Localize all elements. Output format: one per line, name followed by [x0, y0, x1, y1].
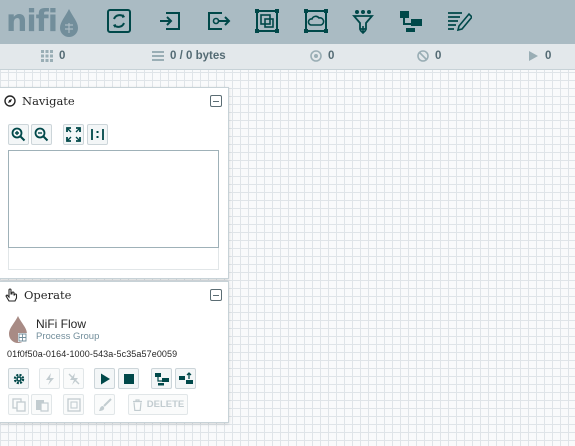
trash-icon — [132, 398, 142, 411]
funnel-tool-button[interactable] — [348, 6, 378, 36]
logo-text: nifi — [6, 4, 58, 39]
birdseye-view[interactable] — [8, 150, 219, 248]
transmitting-value: 0 — [328, 50, 335, 62]
template-icon — [400, 11, 422, 32]
configure-button[interactable] — [8, 368, 29, 389]
paintbrush-icon — [98, 397, 112, 411]
not-transmitting-icon — [417, 50, 429, 62]
paste-icon — [35, 399, 49, 412]
flash-icon — [45, 372, 54, 385]
nifi-logo: nifi — [6, 4, 88, 40]
delete-button[interactable]: DELETE — [128, 394, 188, 415]
transmitting-icon — [310, 50, 322, 62]
create-template-icon — [154, 372, 169, 385]
navigate-collapse-button[interactable] — [210, 95, 222, 107]
threads-icon — [41, 50, 53, 62]
fit-button[interactable] — [63, 124, 84, 145]
component-name: NiFi Flow — [36, 317, 86, 331]
output-port-tool-button[interactable] — [204, 6, 234, 36]
group-icon — [66, 397, 81, 412]
zoom-in-icon — [11, 127, 26, 142]
output-port-icon — [208, 12, 231, 30]
play-icon — [100, 373, 110, 384]
fit-icon — [66, 127, 81, 142]
zoom-in-button[interactable] — [8, 124, 29, 145]
gear-icon — [13, 373, 24, 384]
operate-panel-header: Operate — [0, 282, 228, 308]
processor-tool-button[interactable] — [104, 6, 134, 36]
zoom-out-icon — [34, 127, 49, 142]
process-group-drop-icon — [9, 316, 27, 343]
pointer-hand-icon — [5, 288, 18, 302]
copy-button[interactable] — [8, 394, 29, 415]
play-icon — [529, 51, 538, 61]
operate-panel: Operate NiFi Flow Process Group 01f0f50a… — [0, 281, 229, 423]
disable-flash-icon — [68, 372, 79, 385]
toolbar-header: nifi — [0, 0, 575, 44]
label-tool-button[interactable] — [444, 6, 474, 36]
logo-drop-icon — [59, 9, 78, 37]
zoom-out-button[interactable] — [31, 124, 52, 145]
remote-process-group-tool-button[interactable] — [301, 6, 331, 36]
actual-size-button[interactable] — [87, 124, 108, 145]
label-icon — [448, 12, 472, 32]
group-button[interactable] — [63, 394, 84, 415]
status-bar: 0 0 / 0 bytes 0 0 0 — [0, 44, 575, 70]
not-transmitting-stat: 0 — [417, 50, 441, 62]
process-group-tool-button[interactable] — [252, 6, 282, 36]
input-port-tool-button[interactable] — [155, 6, 185, 36]
transmitting-stat: 0 — [310, 50, 334, 62]
disable-button[interactable] — [63, 368, 84, 389]
funnel-icon — [352, 10, 374, 34]
queued-value: 0 / 0 bytes — [170, 50, 226, 62]
enable-button[interactable] — [39, 368, 60, 389]
upload-template-icon — [178, 371, 193, 384]
navigate-panel-header: Navigate — [0, 88, 228, 114]
active-threads-stat: 0 — [41, 50, 65, 62]
birdseye-footer — [8, 248, 219, 270]
process-group-icon — [255, 9, 279, 33]
component-type: Process Group — [36, 331, 100, 342]
compass-icon — [4, 95, 16, 107]
not-transmitting-value: 0 — [435, 50, 442, 62]
component-id: 01f0f50a-0164-1000-543a-5c35a57e0059 — [7, 349, 178, 359]
remote-process-group-icon — [304, 9, 328, 33]
input-port-icon — [160, 12, 180, 30]
navigate-title: Navigate — [22, 94, 75, 108]
copy-icon — [11, 397, 26, 412]
processor-icon — [107, 9, 131, 33]
running-stat: 0 — [527, 50, 551, 62]
actual-size-icon — [91, 129, 104, 140]
running-value: 0 — [545, 50, 552, 62]
color-button[interactable] — [94, 394, 115, 415]
upload-template-button[interactable] — [175, 368, 196, 389]
queue-list-icon — [152, 51, 164, 61]
stop-button[interactable] — [118, 368, 139, 389]
operate-collapse-button[interactable] — [210, 289, 222, 301]
navigate-panel: Navigate — [0, 87, 229, 279]
delete-label: DELETE — [146, 399, 185, 410]
paste-button[interactable] — [31, 394, 52, 415]
queued-stat: 0 / 0 bytes — [152, 50, 226, 62]
template-tool-button[interactable] — [396, 6, 426, 36]
operate-title: Operate — [24, 288, 72, 302]
active-threads-value: 0 — [59, 50, 66, 62]
stop-icon — [123, 373, 134, 384]
start-button[interactable] — [94, 368, 115, 389]
create-template-button[interactable] — [151, 368, 172, 389]
